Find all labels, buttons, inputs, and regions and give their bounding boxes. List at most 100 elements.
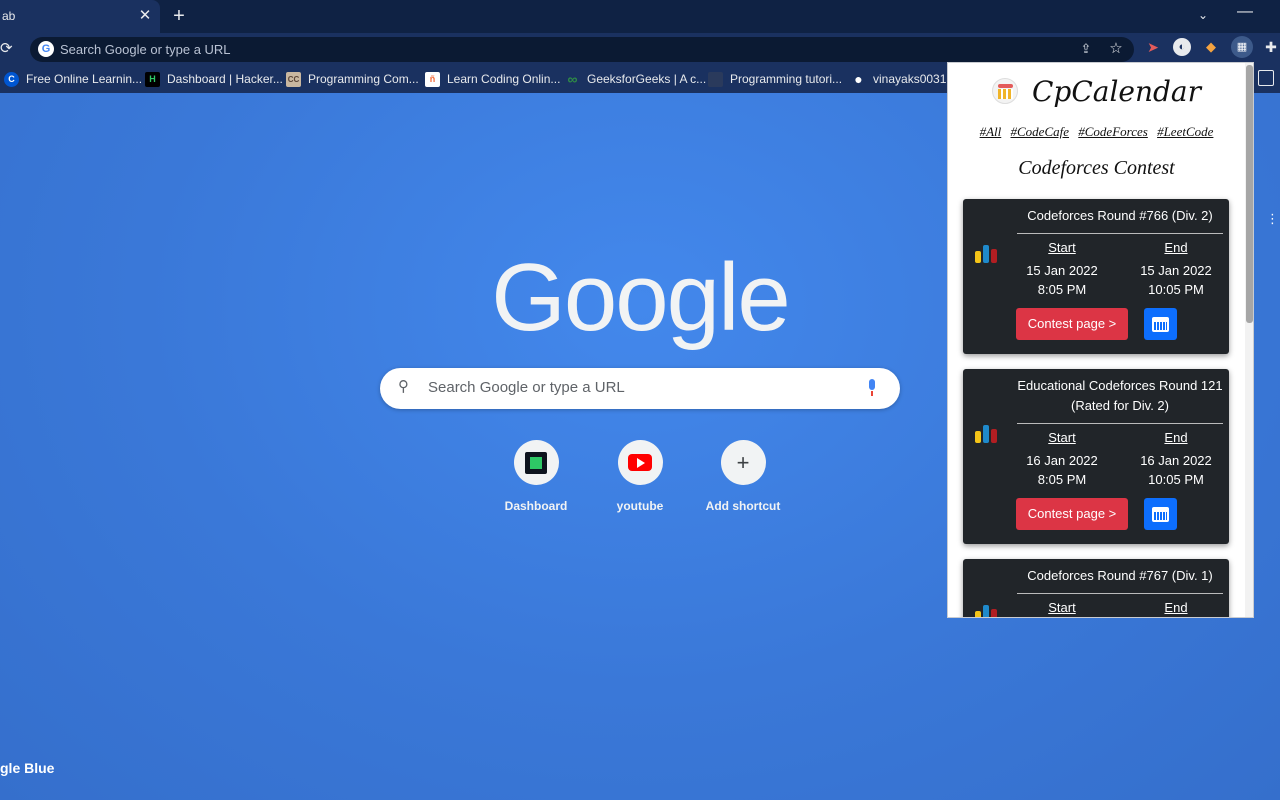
end-date: 15 Jan 2022 <box>1140 263 1212 278</box>
bookmark-label: vinayaks0031 <box>873 72 947 86</box>
start-date: 15 Jan 2022 <box>1026 263 1098 278</box>
reading-list-icon[interactable] <box>1258 70 1274 86</box>
tab-new-tab[interactable]: ab ✕ <box>0 0 160 33</box>
tab-strip: ab ✕ + ⌄ — <box>0 0 1280 33</box>
address-bar[interactable]: G Search Google or type a URL ⇪ ☆ <box>30 37 1134 62</box>
extensions-puzzle-icon[interactable]: ✚ <box>1262 38 1280 56</box>
start-label: Start <box>1048 240 1076 255</box>
brand-name: CpCalendar <box>1031 74 1202 108</box>
shortcut-youtube[interactable]: youtube <box>595 440 685 513</box>
cpcalendar-popup: CpCalendar #All #CodeCafe #CodeForces #L… <box>947 62 1254 618</box>
add-to-calendar-button[interactable] <box>1144 308 1177 340</box>
bookmark-label: GeeksforGeeks | A c... <box>587 72 707 86</box>
ntp-search-box[interactable]: ⚲ Search Google or type a URL <box>380 368 900 409</box>
section-title: Codeforces Contest <box>1018 157 1175 179</box>
mic-icon[interactable] <box>866 379 878 397</box>
bookmark-label: Programming Com... <box>308 72 419 86</box>
calendar-icon <box>1152 316 1169 332</box>
filter-all[interactable]: #All <box>980 124 1002 139</box>
globe-extension-icon[interactable]: ◐ <box>1173 38 1191 56</box>
contest-card: Codeforces Round #766 (Div. 2) Start End… <box>963 199 1229 354</box>
codingninjas-icon: ñ <box>425 71 440 87</box>
calendar-logo-icon <box>991 78 1018 104</box>
bookmark-item[interactable]: ● vinayaks0031 <box>851 71 946 87</box>
hackerrank-icon <box>513 440 559 485</box>
add-to-calendar-button[interactable] <box>1144 498 1177 530</box>
w3-icon <box>708 71 723 87</box>
end-time: 10:05 PM <box>1148 282 1204 297</box>
bookmark-item[interactable]: ñ Learn Coding Onlin... <box>425 71 560 87</box>
gfg-icon: ∞ <box>567 70 578 87</box>
bookmark-item[interactable]: Programming tutori... <box>708 71 842 87</box>
plus-icon: + <box>720 440 766 485</box>
google-icon: G <box>38 41 54 57</box>
bookmark-label: Free Online Learnin... <box>26 72 143 86</box>
tab-title: ab <box>2 9 16 23</box>
end-date: 16 Jan 2022 <box>1140 453 1212 468</box>
start-time: 8:05 PM <box>1037 282 1087 297</box>
apps-grid-icon[interactable]: ⋮⋮ <box>1266 211 1280 226</box>
coursera-icon: C <box>4 71 19 87</box>
contest-name-line-2: (Rated for Div. 2) <box>1070 398 1169 413</box>
popup-scrollbar[interactable] <box>1245 63 1253 617</box>
contest-page-button[interactable]: Contest page > <box>1016 498 1128 530</box>
calendar-icon <box>1152 506 1169 522</box>
codechef-icon: CC <box>286 71 301 87</box>
end-time: 10:05 PM <box>1148 472 1204 487</box>
new-tab-button[interactable]: + <box>169 4 189 28</box>
address-bar-placeholder[interactable]: Search Google or type a URL <box>60 42 231 57</box>
codeforces-icon <box>975 603 1001 617</box>
search-icon: ⚲ <box>398 378 409 395</box>
send-extension-icon[interactable]: ➤ <box>1144 38 1162 56</box>
popup-header: CpCalendar <box>948 69 1245 113</box>
shortcut-label: Dashboard <box>504 499 568 513</box>
bookmark-label: Dashboard | Hacker... <box>167 72 283 86</box>
codeforces-icon <box>975 423 1001 443</box>
start-label: Start <box>1048 430 1076 445</box>
hackerrank-icon: H <box>145 71 160 87</box>
platform-filters: #All #CodeCafe #CodeForces #LeetCode <box>948 124 1245 140</box>
shortcut-add[interactable]: + Add shortcut <box>698 440 788 513</box>
bookmark-item[interactable]: ∞ GeeksforGeeks | A c... <box>565 70 707 87</box>
start-label: Start <box>1048 600 1076 615</box>
reload-icon[interactable]: ⟳ <box>0 39 18 59</box>
tab-search-icon[interactable]: ⌄ <box>1194 6 1212 24</box>
bookmark-item[interactable]: C Free Online Learnin... <box>4 71 142 87</box>
card-divider <box>1017 233 1223 234</box>
end-label: End <box>1164 600 1188 615</box>
shortcut-label: youtube <box>616 499 664 513</box>
card-divider <box>1017 423 1223 424</box>
bookmark-item[interactable]: H Dashboard | Hacker... <box>145 71 283 87</box>
browser-toolbar: ⟳ G Search Google or type a URL ⇪ ☆ <box>0 33 1280 65</box>
share-icon[interactable]: ⇪ <box>1078 41 1094 57</box>
theme-label[interactable]: gle Blue <box>0 760 54 776</box>
contest-card: Codeforces Round #767 (Div. 1) Start End <box>963 559 1229 617</box>
minimize-window-button[interactable]: — <box>1236 4 1254 24</box>
contest-name: Educational Codeforces Round 121 <box>1017 378 1223 393</box>
filter-leetcode[interactable]: #LeetCode <box>1157 124 1213 139</box>
end-label: End <box>1164 430 1188 445</box>
youtube-icon <box>617 440 663 485</box>
filter-codecafe[interactable]: #CodeCafe <box>1011 124 1070 139</box>
card-divider <box>1017 593 1223 594</box>
scrollbar-thumb[interactable] <box>1246 65 1253 323</box>
bookmark-star-icon[interactable]: ☆ <box>1107 40 1125 58</box>
metamask-fox-icon[interactable]: ◆ <box>1202 38 1220 56</box>
contest-page-button[interactable]: Contest page > <box>1016 308 1128 340</box>
tab-close-icon[interactable]: ✕ <box>137 7 153 25</box>
bookmark-item[interactable]: CC Programming Com... <box>286 71 419 87</box>
contest-name: Codeforces Round #767 (Div. 1) <box>1027 568 1213 583</box>
end-label: End <box>1164 240 1188 255</box>
filter-codeforces[interactable]: #CodeForces <box>1078 124 1148 139</box>
shortcut-label: Add shortcut <box>705 499 781 513</box>
search-input[interactable]: Search Google or type a URL <box>428 379 625 396</box>
shortcut-dashboard[interactable]: Dashboard <box>491 440 581 513</box>
contest-card: Educational Codeforces Round 121 (Rated … <box>963 369 1229 544</box>
github-icon: ● <box>854 70 863 87</box>
cpcalendar-extension-icon[interactable]: ▦ <box>1231 36 1253 58</box>
contest-name: Codeforces Round #766 (Div. 2) <box>1027 208 1213 223</box>
start-date: 16 Jan 2022 <box>1026 453 1098 468</box>
plus-glyph: + <box>736 449 750 475</box>
bookmark-label: Programming tutori... <box>730 72 843 86</box>
bookmark-label: Learn Coding Onlin... <box>447 72 561 86</box>
